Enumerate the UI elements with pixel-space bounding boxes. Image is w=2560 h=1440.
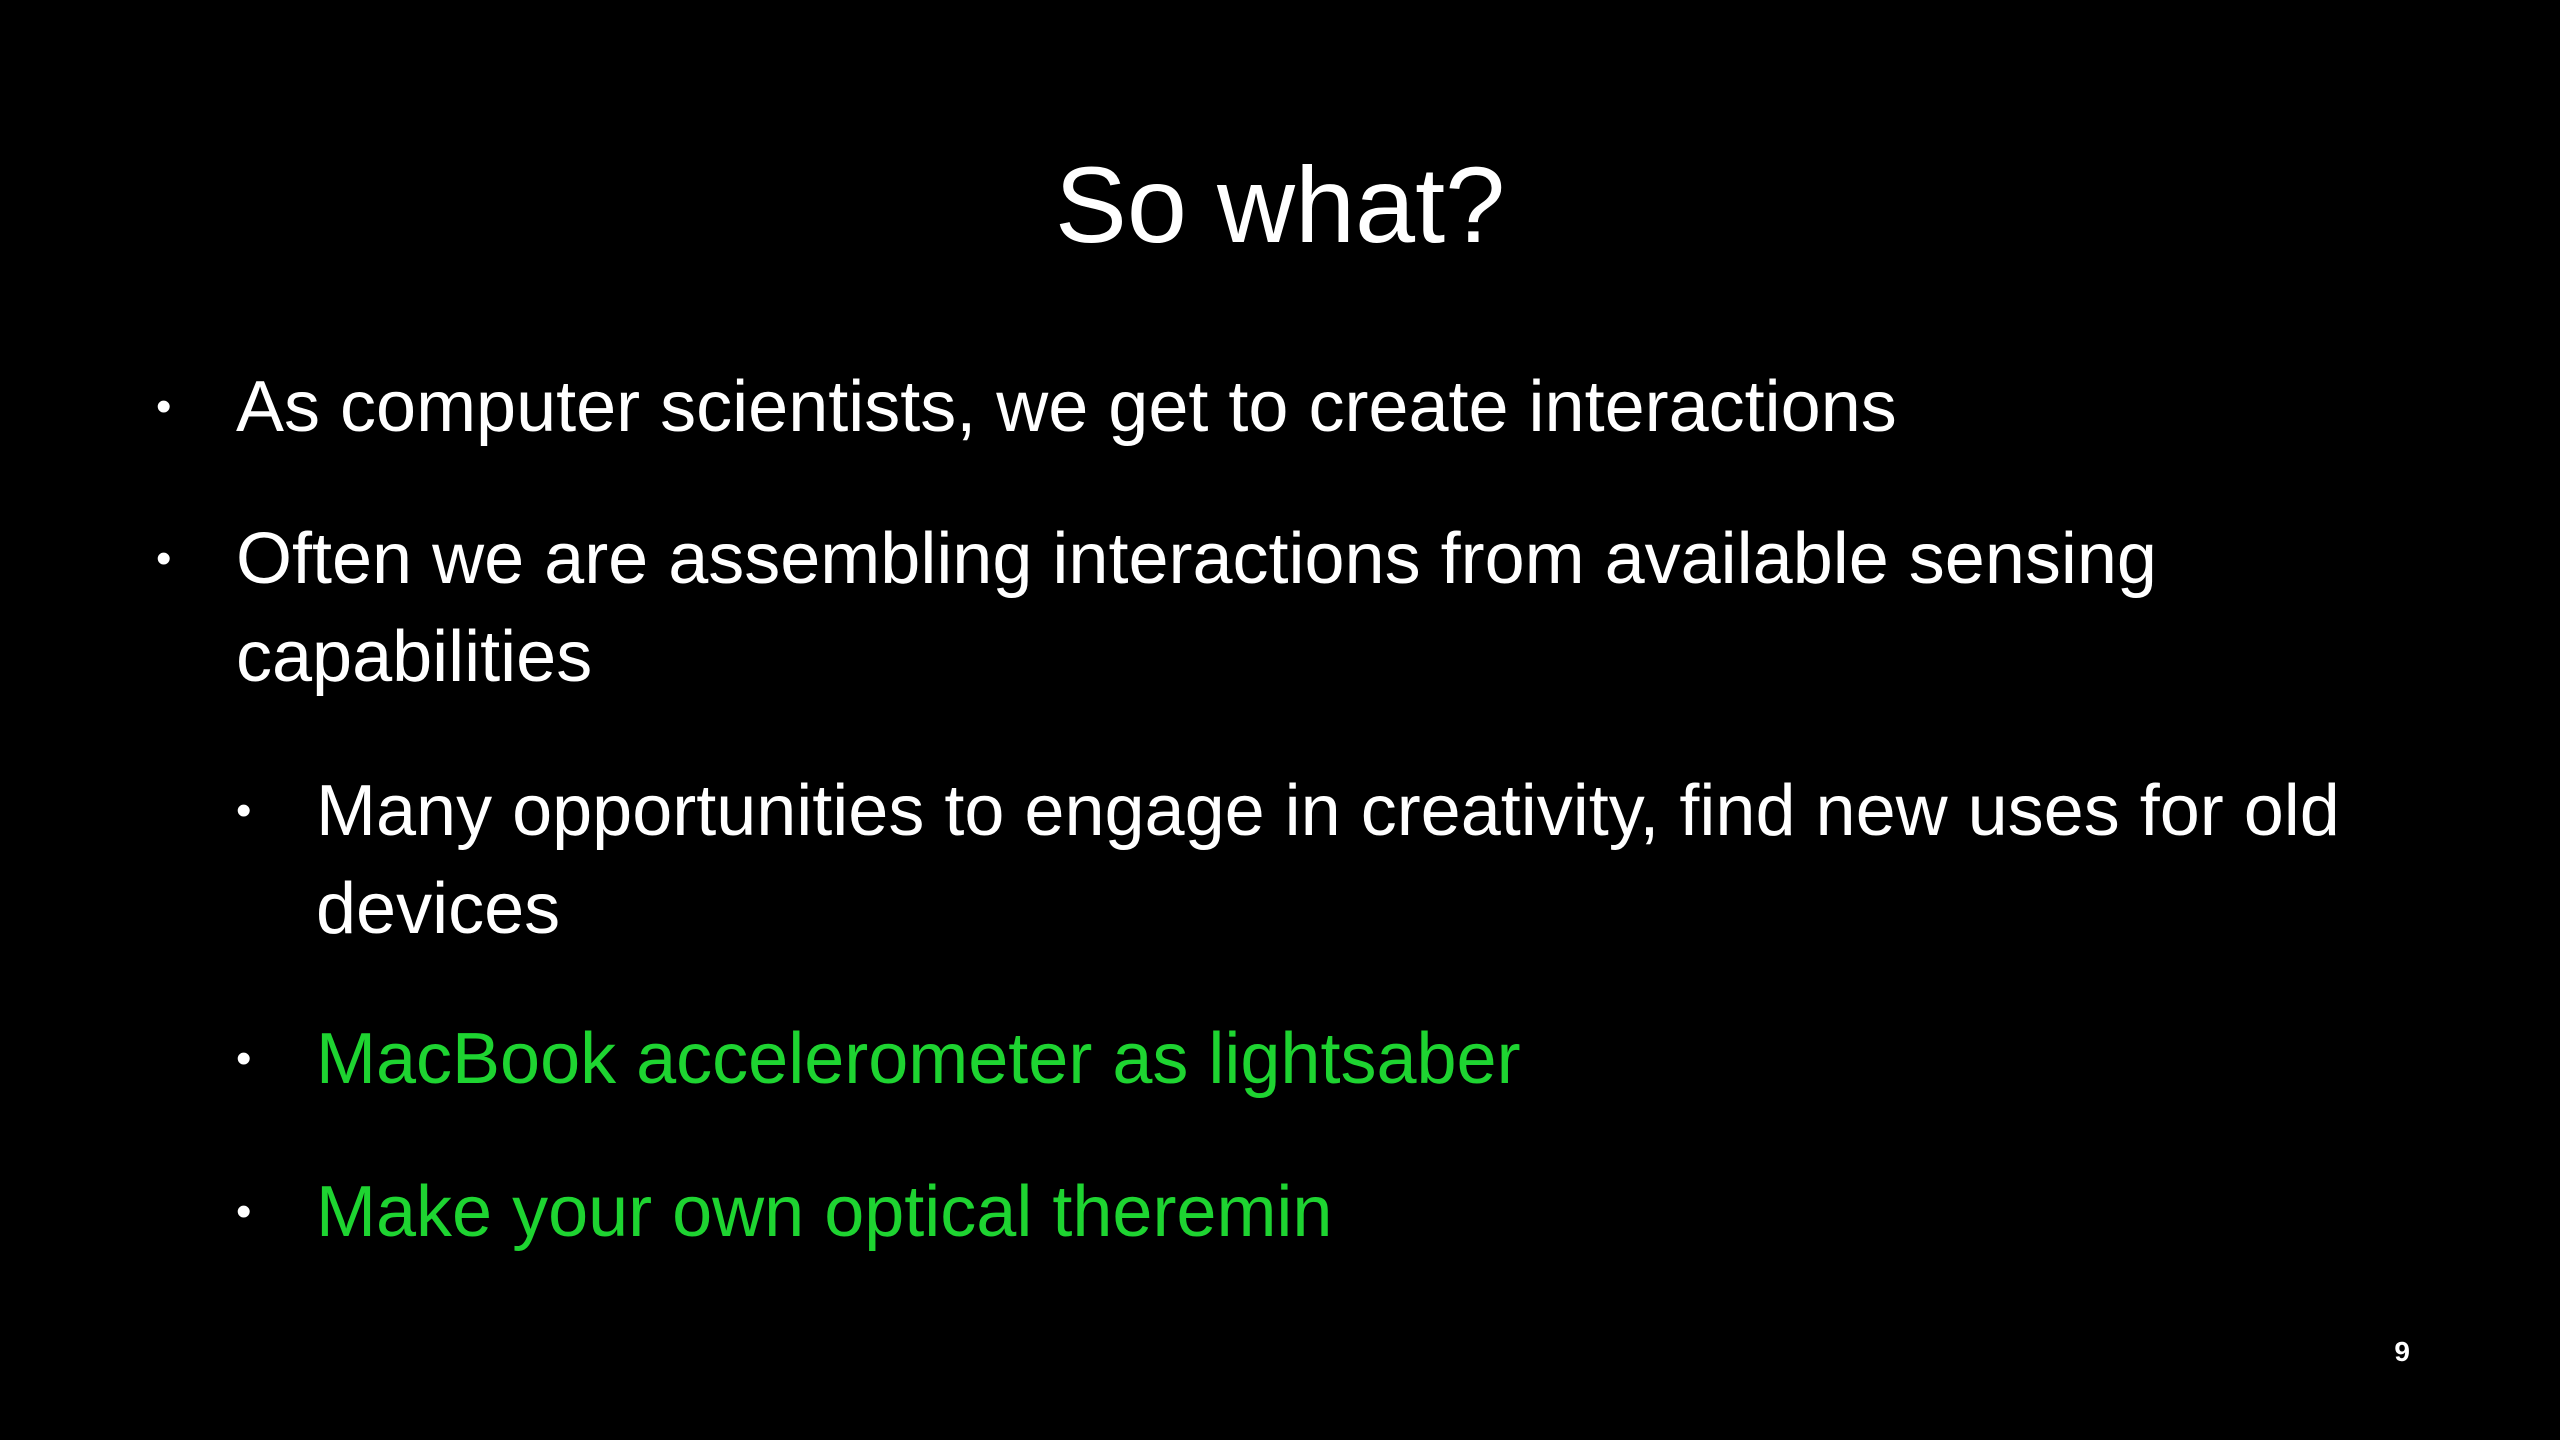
bullet-icon: • [156, 534, 172, 583]
bullet-icon: • [236, 1187, 252, 1236]
bullet-text: Make your own optical theremin [316, 1172, 1333, 1252]
sub-bullet-item-highlight: • MacBook accelerometer as lightsaber [236, 1010, 2396, 1108]
slide: So what? • As computer scientists, we ge… [0, 0, 2560, 1440]
bullet-text: Many opportunities to engage in creativi… [316, 771, 2340, 949]
sub-bullet-item: • Many opportunities to engage in creati… [236, 762, 2396, 958]
bullet-list: • As computer scientists, we get to crea… [0, 0, 2560, 1440]
bullet-text: Often we are assembling interactions fro… [236, 519, 2157, 697]
bullet-icon: • [156, 382, 172, 431]
bullet-text: As computer scientists, we get to create… [236, 367, 1897, 447]
page-number: 9 [2394, 1336, 2410, 1367]
bullet-item: • As computer scientists, we get to crea… [156, 358, 2356, 456]
bullet-text: MacBook accelerometer as lightsaber [316, 1019, 1521, 1099]
sub-bullet-item-highlight: • Make your own optical theremin [236, 1163, 2396, 1261]
bullet-item: • Often we are assembling interactions f… [156, 510, 2356, 706]
bullet-icon: • [236, 1034, 252, 1083]
bullet-icon: • [236, 786, 252, 835]
